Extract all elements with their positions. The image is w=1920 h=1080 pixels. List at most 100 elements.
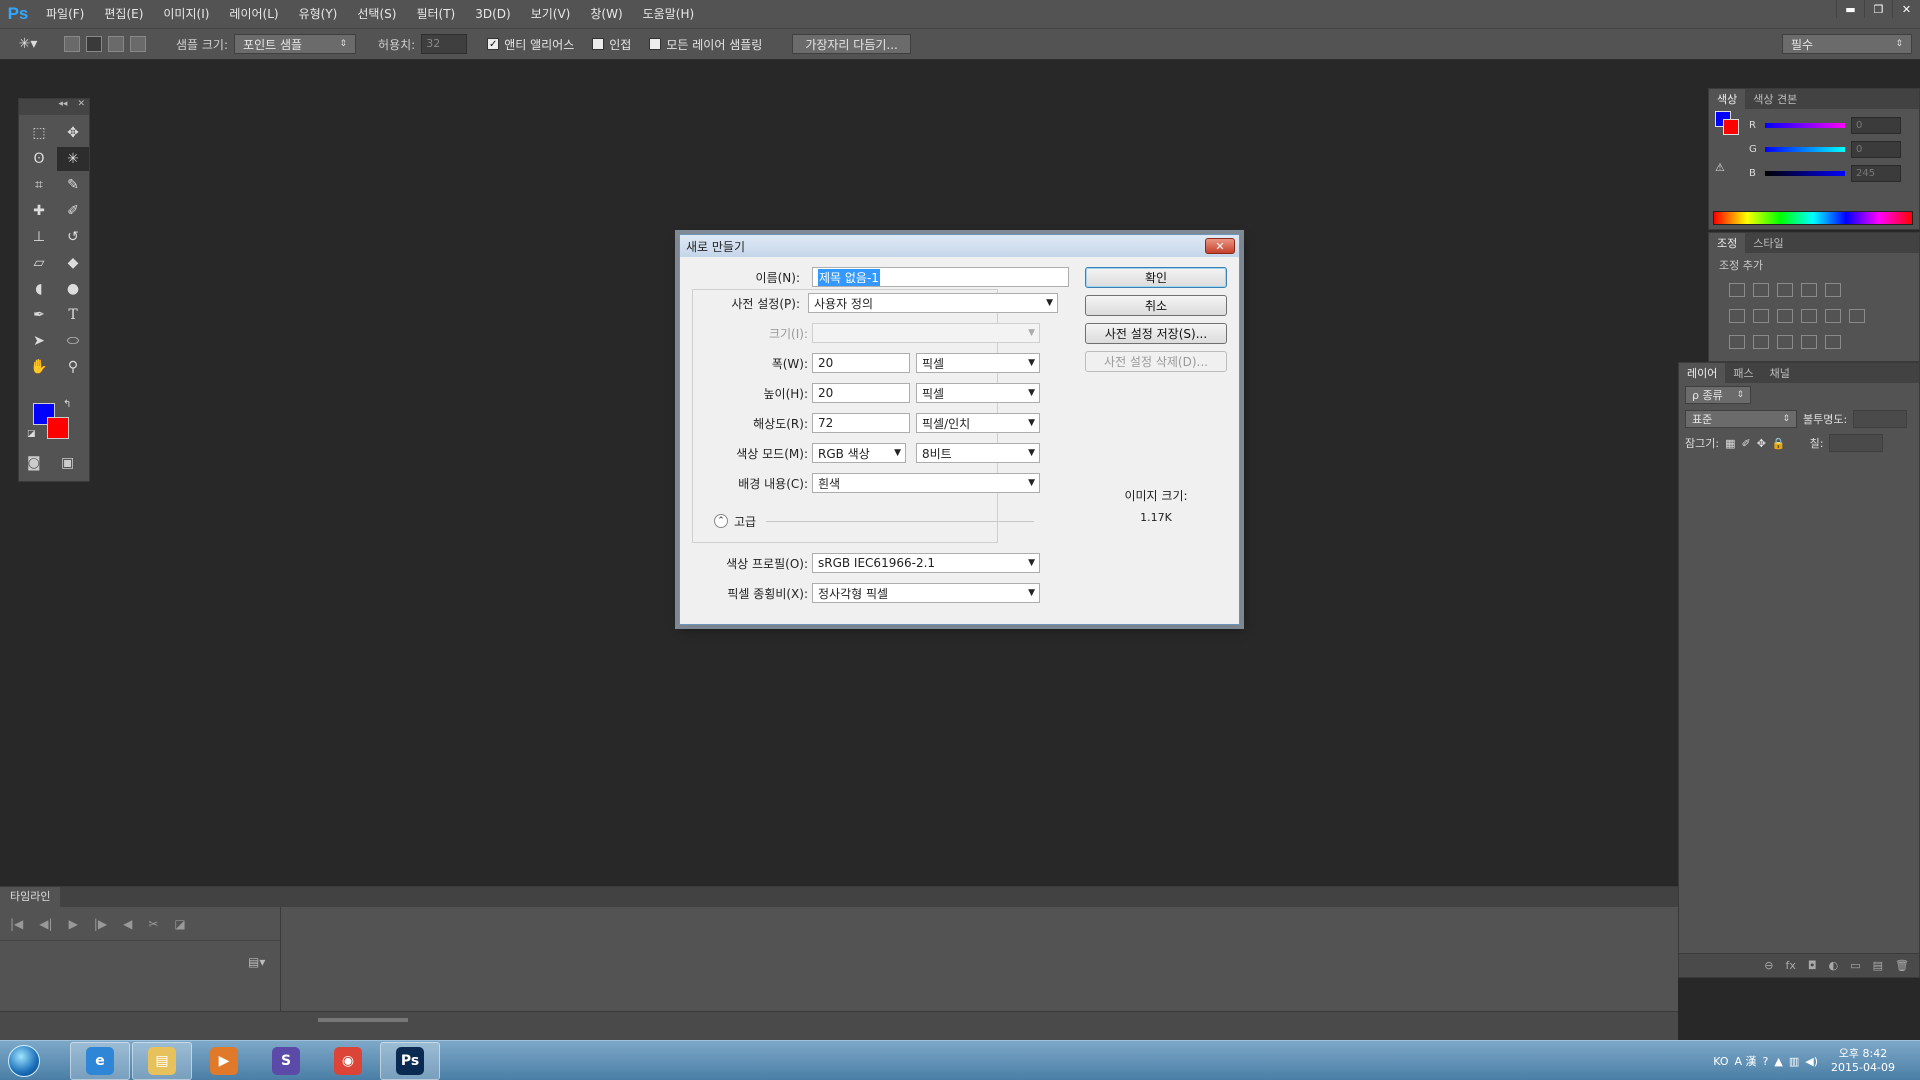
layers-footer-icon-5[interactable]: ▤	[1873, 959, 1883, 972]
crop-tool-icon[interactable]: ⌗	[23, 173, 55, 197]
close-app-button[interactable]: ✕	[1892, 0, 1920, 18]
background-select[interactable]: 흰색 ▼	[812, 473, 1040, 493]
sample-all-layers-checkbox[interactable]: 모든 레이어 샘플링	[649, 36, 762, 53]
fill-input[interactable]	[1829, 434, 1884, 452]
levels-icon[interactable]	[1753, 283, 1769, 297]
render-options-icon[interactable]: ▤▾	[248, 955, 265, 969]
slider-track[interactable]	[1765, 146, 1845, 152]
volume-icon[interactable]: ◀)	[1805, 1055, 1818, 1068]
clock[interactable]: 오후 8:42 2015-04-09	[1824, 1047, 1902, 1075]
type-tool-icon[interactable]: T	[57, 303, 89, 327]
timeline-control-icon-6[interactable]: ◪	[174, 917, 185, 931]
color-mode-select[interactable]: RGB 색상 ▼	[812, 443, 906, 463]
anti-alias-checkbox[interactable]: ✓ 앤티 앨리어스	[487, 36, 574, 53]
restore-button[interactable]: ❐	[1864, 0, 1892, 18]
subtract-selection-icon[interactable]	[108, 36, 124, 52]
posterize-icon[interactable]	[1753, 335, 1769, 349]
resolution-input[interactable]: 72	[812, 413, 910, 433]
sample-size-select[interactable]: 포인트 샘플 ⇕	[234, 34, 357, 54]
taskbar-app-media-player[interactable]: ▶	[194, 1042, 254, 1080]
ime-icon[interactable]: A 漢	[1734, 1053, 1756, 1069]
name-input[interactable]: 제목 없음-1	[812, 267, 1069, 287]
timeline-control-icon-5[interactable]: ✂	[148, 917, 158, 931]
gradient-map-icon[interactable]	[1825, 335, 1841, 349]
taskbar-app-chrome[interactable]: ◉	[318, 1042, 378, 1080]
resolution-unit-select[interactable]: 픽셀/인치 ▼	[916, 413, 1040, 433]
zoom-slider[interactable]	[318, 1018, 408, 1022]
selective-color-icon[interactable]	[1801, 335, 1817, 349]
vibrance-icon[interactable]	[1825, 283, 1841, 297]
lock-all-icon[interactable]: 🔒	[1772, 437, 1786, 450]
dialog-close-button[interactable]: ✕	[1205, 238, 1235, 254]
menu-item-4[interactable]: 유형(Y)	[289, 0, 348, 28]
magic-wand-tool-icon[interactable]: ✳	[57, 147, 89, 171]
clone-stamp-tool-icon[interactable]: ⊥	[23, 225, 55, 249]
pen-tool-icon[interactable]: ✒	[23, 303, 55, 327]
zoom-tool-icon[interactable]: ⚲	[57, 355, 89, 379]
layers-footer-icon-6[interactable]: 🗑	[1895, 959, 1909, 972]
layers-footer-icon-2[interactable]: ◘	[1808, 959, 1817, 972]
screen-mode-icon[interactable]: ▣	[61, 455, 74, 471]
advanced-toggle-icon[interactable]: ⌃	[714, 514, 728, 528]
default-colors-icon[interactable]: ◪	[27, 429, 36, 439]
curves-icon[interactable]	[1777, 283, 1793, 297]
close-panel-icon[interactable]: ✕	[77, 99, 85, 115]
lasso-tool-icon[interactable]: ʘ	[23, 147, 55, 171]
help-icon[interactable]: ?	[1763, 1055, 1769, 1068]
exposure-icon[interactable]	[1801, 283, 1817, 297]
width-input[interactable]: 20	[812, 353, 910, 373]
history-brush-tool-icon[interactable]: ↺	[57, 225, 89, 249]
preset-select[interactable]: 사용자 정의 ▼	[808, 293, 1058, 313]
save-preset-button[interactable]: 사전 설정 저장(S)...	[1085, 323, 1227, 344]
menu-item-8[interactable]: 보기(V)	[521, 0, 581, 28]
layers-footer-icon-3[interactable]: ◐	[1829, 959, 1839, 972]
quick-mask-icon[interactable]: ◙	[27, 455, 41, 471]
menu-item-9[interactable]: 창(W)	[580, 0, 632, 28]
pixel-aspect-select[interactable]: 정사각형 픽셀 ▼	[812, 583, 1040, 603]
intersect-selection-icon[interactable]	[130, 36, 146, 52]
tab-paths[interactable]: 패스	[1725, 363, 1761, 383]
tab-swatches[interactable]: 색상 견본	[1745, 89, 1805, 109]
input-language-indicator[interactable]: KO	[1713, 1055, 1728, 1068]
menu-item-0[interactable]: 파일(F)	[36, 0, 94, 28]
color-profile-select[interactable]: sRGB IEC61966-2.1 ▼	[812, 553, 1040, 573]
minimize-button[interactable]: ▬	[1836, 0, 1864, 18]
contiguous-checkbox[interactable]: 인접	[592, 36, 631, 53]
taskbar-app-s-app[interactable]: S	[256, 1042, 316, 1080]
color-lookup-icon[interactable]	[1849, 309, 1865, 323]
brightness-icon[interactable]	[1729, 283, 1745, 297]
marquee-tool-icon[interactable]: ⬚	[23, 121, 55, 145]
timeline-control-icon-0[interactable]: |◀	[10, 917, 23, 931]
add-to-selection-icon[interactable]	[86, 36, 102, 52]
height-input[interactable]: 20	[812, 383, 910, 403]
menu-item-3[interactable]: 레이어(L)	[219, 0, 288, 28]
layer-kind-select[interactable]: ρ 종류 ⇕	[1685, 386, 1751, 404]
eyedropper-tool-icon[interactable]: ✎	[57, 173, 89, 197]
opacity-input[interactable]	[1853, 410, 1908, 428]
layers-footer-icon-4[interactable]: ▭	[1850, 959, 1860, 972]
cancel-button[interactable]: 취소	[1085, 295, 1227, 316]
photo-filter-icon[interactable]	[1801, 309, 1817, 323]
magic-wand-tool-preset-icon[interactable]: ✳▾	[14, 32, 42, 56]
tray-expand-icon[interactable]: ▲	[1774, 1055, 1782, 1068]
new-selection-icon[interactable]	[64, 36, 80, 52]
start-button[interactable]	[0, 1041, 48, 1080]
color-panel-background-swatch[interactable]	[1723, 119, 1739, 135]
move-tool-icon[interactable]: ✥	[57, 121, 89, 145]
dodge-tool-icon[interactable]: ●	[57, 277, 89, 301]
timeline-control-icon-3[interactable]: |▶	[94, 917, 107, 931]
height-unit-select[interactable]: 픽셀 ▼	[916, 383, 1040, 403]
menu-item-1[interactable]: 편집(E)	[94, 0, 153, 28]
black-white-icon[interactable]	[1777, 309, 1793, 323]
menu-item-5[interactable]: 선택(S)	[347, 0, 406, 28]
lock-position-icon[interactable]: ✥	[1757, 437, 1766, 450]
lock-pixels-icon[interactable]: ▦	[1725, 437, 1735, 450]
slider-track[interactable]	[1765, 170, 1845, 176]
layers-footer-icon-1[interactable]: fx	[1786, 959, 1796, 972]
threshold-icon[interactable]	[1777, 335, 1793, 349]
width-unit-select[interactable]: 픽셀 ▼	[916, 353, 1040, 373]
hand-tool-icon[interactable]: ✋	[23, 355, 55, 379]
swap-colors-icon[interactable]: ↰	[63, 399, 71, 410]
slider-value-input[interactable]: 0	[1851, 140, 1901, 158]
timeline-control-icon-1[interactable]: ◀|	[39, 917, 52, 931]
